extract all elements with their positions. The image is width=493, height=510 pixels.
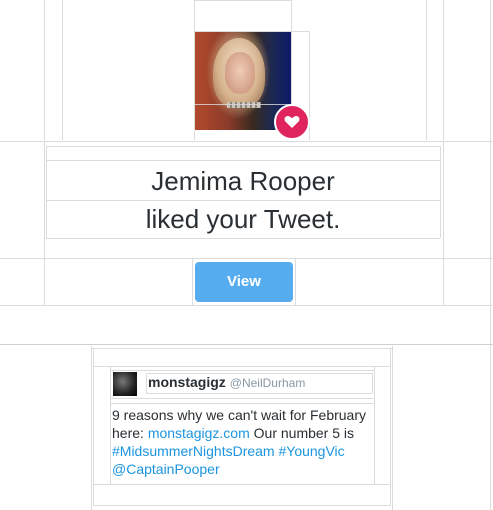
grid-line [44, 0, 45, 140]
grid-line [192, 258, 193, 306]
grid-line [91, 346, 92, 510]
grid-line [372, 373, 373, 393]
grid-line [46, 160, 440, 161]
tweet-mention[interactable]: @CaptainPooper [112, 461, 220, 477]
tweet-hashtag[interactable]: #YoungVic [278, 443, 344, 459]
grid-line [146, 373, 147, 393]
grid-line [194, 0, 292, 1]
actor-name: Jemima Rooper [151, 166, 335, 196]
tweet-author[interactable]: monstagigz @NeilDurham [148, 373, 305, 392]
tweet-display-name[interactable]: monstagigz [148, 374, 226, 390]
grid-line [392, 346, 393, 510]
grid-line [0, 258, 493, 259]
tweet-handle[interactable]: @NeilDurham [230, 376, 306, 390]
grid-line [110, 403, 375, 404]
grid-line [0, 305, 493, 306]
grid-line [295, 258, 296, 306]
grid-line [93, 505, 391, 506]
grid-line [44, 141, 45, 258]
view-button[interactable]: View [195, 262, 293, 302]
action-text: liked your Tweet. [145, 204, 341, 234]
grid-line [93, 348, 94, 505]
grid-line [110, 366, 111, 484]
grid-line [110, 398, 375, 399]
avatar-necklace [227, 102, 261, 108]
grid-line [62, 0, 63, 140]
tweet-hashtag[interactable]: #MidsummerNightsDream [112, 443, 275, 459]
grid-line [0, 344, 493, 345]
grid-line [46, 200, 440, 201]
grid-line [426, 0, 427, 140]
heart-icon [274, 104, 310, 140]
grid-line [440, 146, 441, 238]
grid-line [146, 393, 372, 394]
grid-line [443, 0, 444, 140]
tweet-link[interactable]: monstagigz.com [148, 425, 250, 441]
grid-line [390, 348, 391, 505]
grid-line [46, 238, 440, 239]
avatar-face [225, 52, 255, 94]
tweet-text: 9 reasons why we can't wait for February… [112, 406, 376, 478]
grid-line [110, 370, 375, 371]
tweet-text-mid: Our number 5 is [249, 425, 355, 441]
grid-line [91, 348, 393, 349]
grid-line [46, 146, 440, 147]
heart-icon-svg [284, 116, 300, 128]
grid-line [194, 104, 292, 105]
grid-line [490, 0, 491, 510]
grid-line [443, 258, 444, 306]
grid-line [0, 141, 493, 142]
grid-line [93, 366, 391, 367]
tweet-author-avatar[interactable] [113, 372, 137, 396]
grid-line [44, 258, 45, 306]
grid-line [93, 484, 391, 485]
grid-line [443, 141, 444, 258]
